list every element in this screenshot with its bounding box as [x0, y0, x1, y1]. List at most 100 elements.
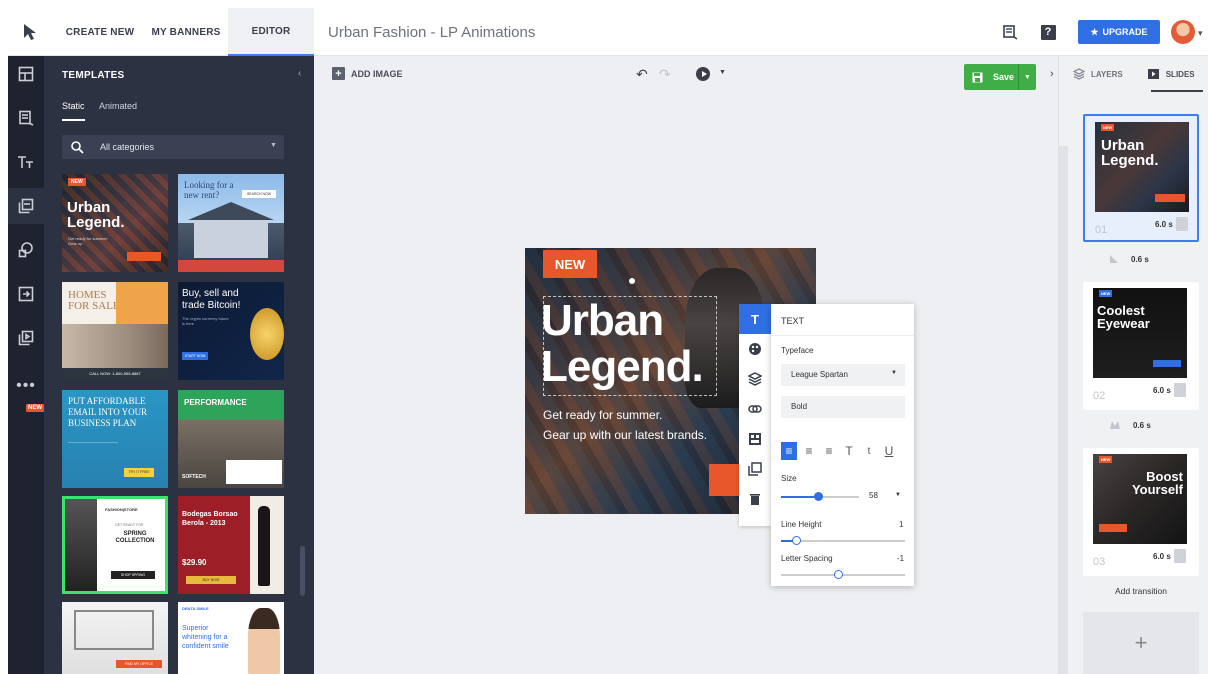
add-image-button[interactable]: + ADD IMAGE [332, 67, 403, 80]
banner-headline-1[interactable]: Urban [541, 298, 664, 344]
add-transition-button[interactable]: Add transition [1115, 586, 1167, 596]
template-card[interactable]: Buy, sell and trade Bitcoin! The crypto … [178, 282, 284, 380]
help-icon[interactable]: ? [1038, 22, 1058, 42]
nav-my-banners[interactable]: MY BANNERS [146, 8, 226, 56]
slide-checkbox[interactable] [1174, 383, 1186, 397]
banner-headline-2[interactable]: Legend. [541, 344, 704, 390]
line-height-value[interactable]: 1 [899, 520, 903, 529]
transition-item[interactable]: 0.6 s [1109, 420, 1151, 430]
undo-icon[interactable]: ↶ [636, 66, 648, 83]
slide-duration[interactable]: 6.0 s [1153, 552, 1171, 561]
slide-badge: NEW [1099, 290, 1113, 297]
card-cta: SEARCH NOW [242, 190, 276, 198]
redo-icon[interactable]: ↷ [659, 66, 671, 83]
tab-slides[interactable]: SLIDES [1166, 70, 1195, 79]
banner-badge[interactable]: NEW [543, 250, 597, 278]
comments-icon[interactable] [1000, 22, 1020, 42]
save-button[interactable]: Save ▼ [964, 64, 1036, 90]
template-card[interactable]: PUT AFFORDABLE EMAIL INTO YOUR BUSINESS … [62, 390, 168, 488]
typography-icon[interactable] [8, 144, 44, 180]
layers-icon[interactable] [739, 364, 771, 394]
lowercase-icon[interactable]: t [861, 442, 877, 460]
transition-duration: 0.6 s [1133, 420, 1151, 430]
slides-scrollbar[interactable] [1059, 146, 1068, 674]
layout-icon[interactable] [8, 56, 44, 92]
slide-checkbox[interactable] [1174, 549, 1186, 563]
letter-spacing-value[interactable]: -1 [897, 554, 904, 563]
weight-select[interactable]: Bold [781, 396, 905, 418]
upgrade-button[interactable]: ★ UPGRADE [1078, 20, 1160, 44]
template-card[interactable]: PERFORMANCE SOFTECH [178, 390, 284, 488]
line-height-slider-thumb[interactable] [792, 536, 801, 545]
banner-subtext-1[interactable]: Get ready for summer. [543, 408, 662, 422]
chevron-down-icon[interactable]: ▾ [1198, 28, 1203, 39]
card-cta: BUY NOW [186, 576, 236, 584]
typeface-select[interactable]: League Spartan ▼ [781, 364, 905, 386]
slide-thumbnail[interactable]: NEW Boost Yourself [1093, 454, 1187, 544]
chevron-left-icon[interactable]: ‹ [298, 68, 301, 79]
template-card[interactable]: NEW Urban Legend. Get ready for summer. … [62, 174, 168, 272]
user-avatar[interactable] [1171, 20, 1195, 44]
category-select[interactable]: All categories ▼ [62, 135, 284, 159]
slide-duration[interactable]: 6.0 s [1155, 220, 1173, 229]
slides-icon[interactable] [8, 320, 44, 356]
nav-create-new[interactable]: CREATE NEW [64, 8, 136, 56]
letter-spacing-slider-thumb[interactable] [834, 570, 843, 579]
document-title[interactable]: Urban Fashion - LP Animations [328, 8, 535, 56]
templates-icon[interactable] [8, 188, 44, 224]
size-label: Size [781, 474, 797, 483]
tab-static[interactable]: Static [62, 101, 85, 121]
app-logo[interactable] [8, 8, 52, 56]
slide-thumbnail[interactable]: NEW Urban Legend. [1095, 122, 1189, 212]
template-card[interactable]: Looking for a new rent? SEARCH NOW [178, 174, 284, 272]
template-card[interactable]: FIND MY OFFICE [62, 602, 168, 674]
slide-duration[interactable]: 6.0 s [1153, 386, 1171, 395]
slide-thumbnail[interactable]: NEW Coolest Eyewear [1093, 288, 1187, 378]
uppercase-icon[interactable]: T [841, 442, 857, 460]
plus-icon: + [332, 67, 345, 80]
align-right-icon[interactable]: ≡ [821, 442, 837, 460]
template-card[interactable]: Bodegas Borsao Berola - 2013 $29.90 BUY … [178, 496, 284, 594]
more-icon[interactable]: ••• [8, 368, 44, 404]
template-card[interactable]: FASHION|STORE GET READY FOR SPRING COLLE… [62, 496, 168, 594]
size-value[interactable]: 58 [869, 491, 878, 500]
banner-subtext-2[interactable]: Gear up with our latest brands. [543, 428, 707, 442]
add-slide-button[interactable]: + [1083, 612, 1199, 674]
size-slider-thumb[interactable] [814, 492, 823, 501]
chevron-down-icon[interactable]: ▼ [895, 492, 901, 498]
animation-icon[interactable] [739, 424, 771, 454]
transition-item[interactable]: 0.6 s [1109, 254, 1149, 264]
panel-tabs: LAYERS SLIDES [1073, 68, 1195, 80]
duplicate-icon[interactable] [739, 454, 771, 484]
export-icon[interactable] [8, 276, 44, 312]
panel-scrollbar[interactable] [300, 546, 305, 596]
tab-animated[interactable]: Animated [99, 101, 137, 111]
link-icon[interactable] [739, 394, 771, 424]
trash-icon[interactable] [739, 484, 771, 514]
underline-icon[interactable]: U [881, 442, 897, 460]
text-list-icon[interactable] [8, 100, 44, 136]
nav-editor[interactable]: EDITOR [228, 8, 314, 56]
chevron-down-icon[interactable]: ▼ [719, 69, 726, 76]
tab-underline [1151, 90, 1203, 92]
palette-icon[interactable] [739, 334, 771, 364]
slide-card[interactable]: NEW Boost Yourself 03 6.0 s [1083, 448, 1199, 576]
tab-layers[interactable]: LAYERS [1091, 70, 1123, 79]
card-title: Superior whitening for a confident smile [182, 625, 229, 650]
template-card[interactable]: DENTA SMILE Superior whitening for a con… [178, 602, 284, 674]
align-left-icon[interactable]: ≡ [781, 442, 797, 460]
rotate-handle[interactable] [629, 278, 635, 284]
letter-spacing-slider[interactable] [781, 574, 905, 576]
template-card[interactable]: HOMES FOR SALE CALL NOW: 1-800-555-8887 [62, 282, 168, 380]
play-icon[interactable] [696, 67, 710, 81]
upgrade-label: UPGRADE [1102, 27, 1148, 37]
chevron-down-icon[interactable]: ▼ [1018, 64, 1036, 90]
text-tool-icon[interactable]: T [739, 304, 771, 334]
slide-card[interactable]: NEW Urban Legend. 01 6.0 s [1083, 114, 1199, 242]
chevron-right-icon[interactable]: › [1050, 68, 1054, 80]
slide-cta [1153, 360, 1181, 367]
align-center-icon[interactable]: ≡ [801, 442, 817, 460]
shapes-icon[interactable] [8, 232, 44, 268]
slide-card[interactable]: NEW Coolest Eyewear 02 6.0 s [1083, 282, 1199, 410]
slide-checkbox[interactable] [1176, 217, 1188, 231]
